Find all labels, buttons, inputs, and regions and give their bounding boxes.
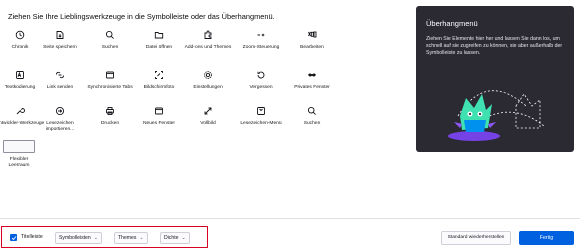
tool-label: Lesezeichen-Menü	[240, 121, 282, 126]
new-window-icon	[154, 106, 164, 116]
tool-suchen[interactable]: Suchen	[83, 30, 137, 51]
titlebar-checkbox[interactable]	[10, 234, 17, 241]
tool-flexibler-leerraum[interactable]: Flexibler Leerraum	[2, 140, 36, 169]
tool-label: Bildschirmfoto	[143, 85, 175, 90]
tool-privates-fenster[interactable]: Privates Fenster	[285, 70, 339, 91]
bookmark-menu-icon	[256, 106, 266, 116]
save-page-icon	[55, 30, 65, 40]
tool-addons[interactable]: Add-ons und Themes	[181, 30, 235, 51]
flexible-space-icon	[3, 140, 35, 153]
tool-label: Suchen	[303, 121, 321, 126]
overflow-description: Ziehen Sie Elemente hier her und lassen …	[426, 36, 563, 56]
tool-label: Vergessen	[249, 85, 273, 90]
tool-drucken[interactable]: Drucken	[83, 106, 137, 127]
chevron-down-icon: ⌄	[139, 235, 144, 241]
customize-page: Ziehen Sie Ihre Lieblingswerkzeuge in di…	[0, 0, 580, 252]
chevron-down-icon: ⌄	[181, 235, 186, 241]
tool-label: Drucken	[100, 121, 120, 126]
zoom-control-icon	[256, 30, 266, 40]
toolbars-dropdown-label: Symbolleisten	[59, 235, 91, 241]
synced-tabs-icon	[105, 70, 115, 80]
restore-defaults-button[interactable]: Standard wiederherstellen	[441, 231, 511, 245]
done-button[interactable]: Fertig	[519, 231, 574, 245]
printer-icon	[105, 106, 115, 116]
private-mask-icon	[307, 70, 317, 80]
tool-label: Zoom-Steuerung	[242, 45, 280, 50]
tool-label: Vollbild	[200, 121, 216, 126]
tool-label: Synchronisierte Tabs	[87, 85, 133, 90]
tool-label: Suchen	[101, 45, 119, 50]
tool-bearbeiten[interactable]: Bearbeiten	[285, 30, 339, 51]
tool-datei-oeffnen[interactable]: Datei öffnen	[132, 30, 186, 51]
tool-label: Datei öffnen	[145, 45, 173, 50]
search-icon	[105, 30, 115, 40]
tool-lesezeichen-menue[interactable]: Lesezeichen-Menü	[234, 106, 288, 127]
clock-icon	[15, 30, 25, 40]
puzzle-icon	[203, 30, 213, 40]
tool-vergessen[interactable]: Vergessen	[234, 70, 288, 91]
chevron-down-icon: ⌄	[93, 235, 98, 241]
fullscreen-icon	[203, 106, 213, 116]
overflow-illustration	[448, 90, 545, 141]
tool-label: Einstellungen	[193, 85, 223, 90]
tool-lesezeichen-import[interactable]: Lesezeichen importieren...	[33, 106, 87, 133]
overflow-title: Überhangmenü	[426, 19, 478, 28]
wrench-icon	[15, 106, 25, 116]
gear-icon	[203, 70, 213, 80]
titlebar-checkbox-label[interactable]: Titelleiste	[21, 233, 43, 241]
tool-sync-tabs[interactable]: Synchronisierte Tabs	[83, 70, 137, 91]
themes-dropdown-label: Themes	[118, 235, 137, 241]
footer-divider	[0, 218, 580, 219]
tool-link-senden[interactable]: Link senden	[33, 70, 87, 91]
tool-label: Lesezeichen importieren...	[45, 121, 75, 132]
edit-clipboard-icon	[307, 30, 317, 40]
checkmark-icon	[11, 235, 16, 240]
search-icon	[307, 106, 317, 116]
send-link-icon	[55, 70, 65, 80]
tool-seite-speichern[interactable]: Seite speichern	[33, 30, 87, 51]
text-encoding-icon	[15, 70, 25, 80]
tool-suchen-2[interactable]: Suchen	[285, 106, 339, 127]
page-heading: Ziehen Sie Ihre Lieblingswerkzeuge in di…	[8, 12, 275, 21]
themes-dropdown[interactable]: Themes ⌄	[114, 232, 148, 244]
tool-label: Flexibler Leerraum	[8, 157, 30, 168]
tool-vollbild[interactable]: Vollbild	[181, 106, 235, 127]
tool-label: Link senden	[46, 85, 74, 90]
folder-icon	[154, 30, 164, 40]
tool-zoom[interactable]: Zoom-Steuerung	[234, 30, 288, 51]
tool-neues-fenster[interactable]: Neues Fenster	[132, 106, 186, 127]
import-icon	[55, 106, 65, 116]
forget-icon	[256, 70, 266, 80]
tool-label: Privates Fenster	[294, 85, 330, 90]
tool-label: Add-ons und Themes	[184, 45, 232, 50]
overflow-menu-panel[interactable]: Überhangmenü Ziehen Sie Elemente hier he…	[416, 6, 574, 152]
screenshot-icon	[154, 70, 164, 80]
density-dropdown-label: Dichte	[164, 235, 179, 241]
tool-label: Neues Fenster	[142, 121, 176, 126]
tool-einstellungen[interactable]: Einstellungen	[181, 70, 235, 91]
tool-bildschirmfoto[interactable]: Bildschirmfoto	[132, 70, 186, 91]
toolbars-dropdown[interactable]: Symbolleisten ⌄	[55, 232, 102, 244]
tool-label: Bearbeiten	[300, 45, 324, 50]
density-dropdown[interactable]: Dichte ⌄	[160, 232, 190, 244]
tool-label: Seite speichern	[43, 45, 77, 50]
